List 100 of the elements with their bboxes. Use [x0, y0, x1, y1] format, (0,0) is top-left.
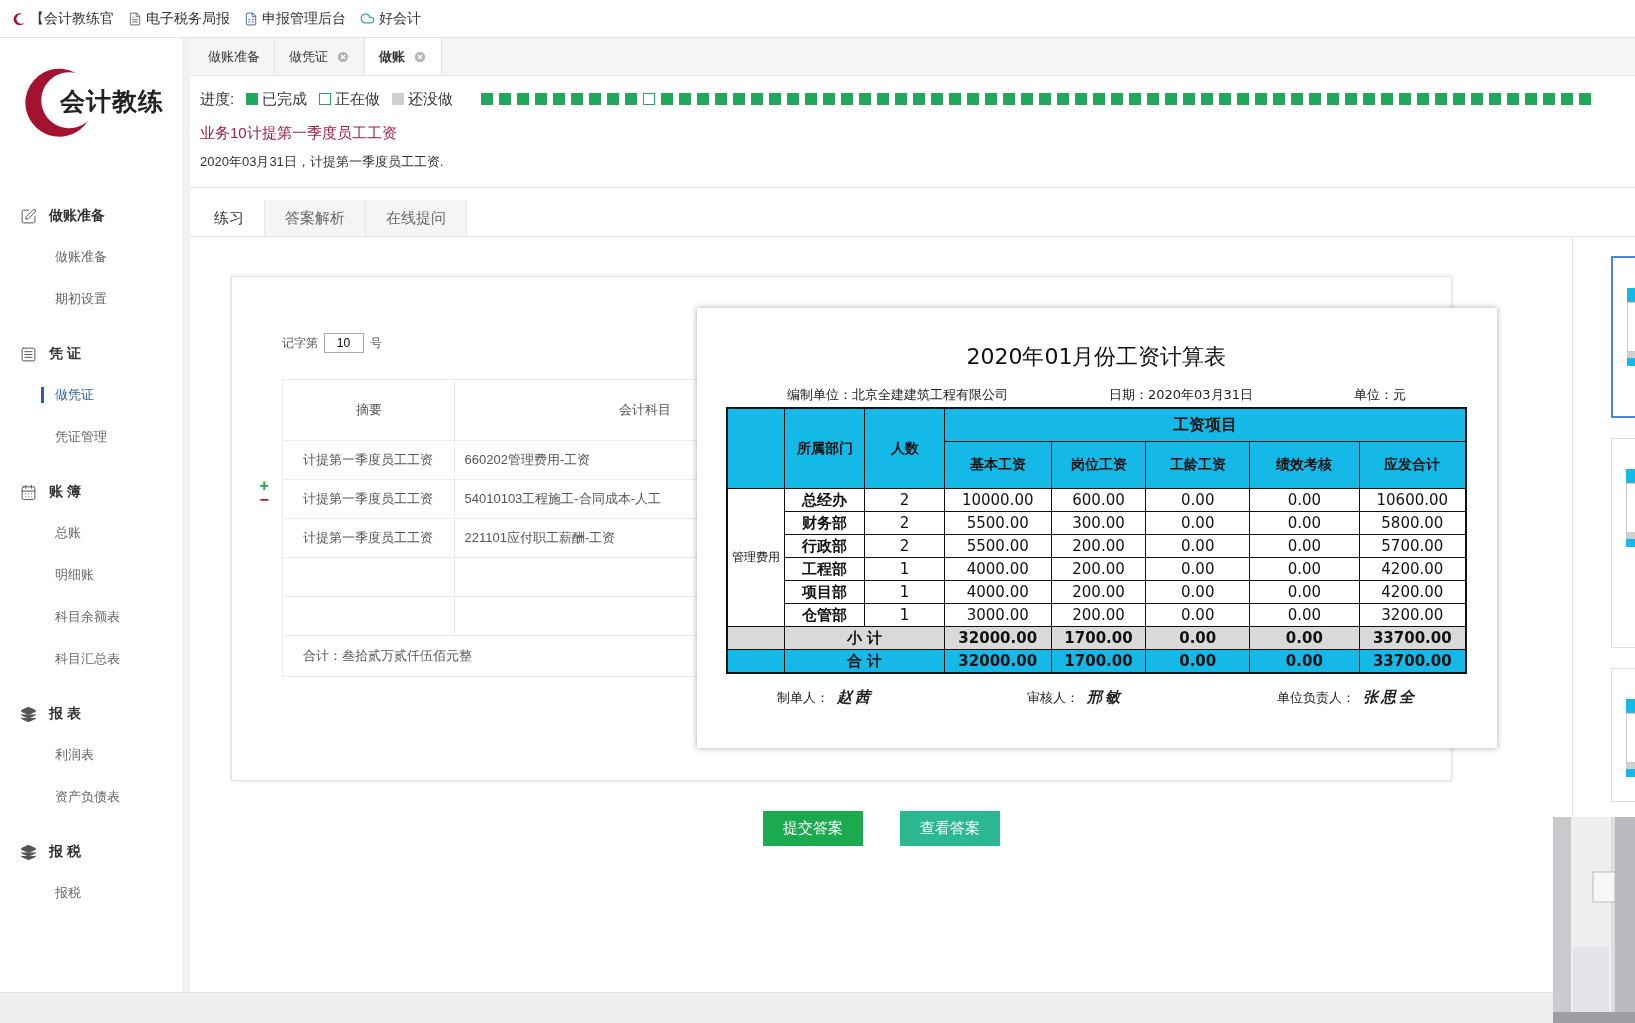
- progress-step[interactable]: [733, 93, 746, 105]
- progress-step[interactable]: [769, 93, 782, 105]
- progress-step[interactable]: [1075, 93, 1088, 105]
- signature: 张思全: [1362, 689, 1417, 705]
- progress-step[interactable]: [1057, 93, 1070, 105]
- progress-step[interactable]: [1021, 93, 1034, 105]
- progress-step[interactable]: [823, 93, 836, 105]
- calendar-icon: [20, 483, 37, 501]
- progress-step[interactable]: [1399, 93, 1412, 105]
- progress-step[interactable]: [1165, 93, 1178, 105]
- progress-step[interactable]: [553, 93, 566, 105]
- sidebar-item[interactable]: 做凭证: [0, 374, 182, 416]
- progress-step[interactable]: [661, 93, 674, 105]
- close-icon[interactable]: [413, 49, 427, 64]
- progress-step[interactable]: [1327, 93, 1340, 105]
- progress-step[interactable]: [787, 93, 800, 105]
- legend-label: 正在做: [335, 89, 381, 109]
- progress-step[interactable]: [985, 93, 998, 105]
- progress-step[interactable]: [877, 93, 890, 105]
- progress-step[interactable]: [1561, 93, 1574, 105]
- progress-step[interactable]: [1291, 93, 1304, 105]
- progress-step[interactable]: [1435, 93, 1448, 105]
- layers-icon: [20, 843, 37, 861]
- progress-step[interactable]: [715, 93, 728, 105]
- progress-step[interactable]: [1093, 93, 1106, 105]
- progress-step[interactable]: [1543, 93, 1556, 105]
- voucher-number-field[interactable]: 10: [323, 333, 364, 353]
- progress-step[interactable]: [751, 93, 764, 105]
- sidebar-item[interactable]: 利润表: [0, 734, 182, 776]
- progress-step[interactable]: [517, 93, 530, 105]
- progress-step[interactable]: [1183, 93, 1196, 105]
- page-tab[interactable]: 做账: [365, 38, 442, 75]
- progress-step[interactable]: [1489, 93, 1502, 105]
- progress-step[interactable]: [1417, 93, 1430, 105]
- sidebar-item[interactable]: 资产负债表: [0, 776, 182, 818]
- progress-step[interactable]: [895, 93, 908, 105]
- signer-role: 单位负责人：: [1276, 690, 1355, 705]
- sidebar-item[interactable]: 报税: [0, 872, 182, 914]
- progress-step[interactable]: [967, 93, 980, 105]
- progress-step[interactable]: [949, 93, 962, 105]
- progress-step[interactable]: [1579, 93, 1592, 105]
- progress-step[interactable]: [643, 93, 656, 105]
- progress-step[interactable]: [535, 93, 548, 105]
- logo-icon: [12, 11, 26, 26]
- sidebar-item[interactable]: 凭证管理: [0, 416, 182, 458]
- progress-step[interactable]: [1453, 93, 1466, 105]
- content-tab[interactable]: 答案解析: [265, 200, 366, 236]
- progress-step[interactable]: [1003, 93, 1016, 105]
- remove-row-button[interactable]: −: [259, 493, 269, 507]
- bookmark-link[interactable]: 电子税务局报: [128, 9, 230, 28]
- progress-step[interactable]: [1201, 93, 1214, 105]
- sidebar-item[interactable]: 科目汇总表: [0, 638, 182, 680]
- sidebar-group-title: 报 表: [49, 705, 81, 723]
- progress-step[interactable]: [859, 93, 872, 105]
- progress-step[interactable]: [1111, 93, 1124, 105]
- bookmark-link[interactable]: 好会计: [360, 9, 421, 28]
- progress-step[interactable]: [1039, 93, 1052, 105]
- table-cell[interactable]: 计提第一季度员工工资: [282, 440, 454, 480]
- sidebar-item[interactable]: 期初设置: [0, 278, 182, 320]
- content-tab[interactable]: 在线提问: [366, 200, 467, 236]
- progress-step[interactable]: [1363, 93, 1376, 105]
- bookmark-link[interactable]: 申报管理后台: [244, 9, 346, 28]
- sheet-meta: 日期：2020年03月31日: [1108, 386, 1254, 404]
- progress-step[interactable]: [841, 93, 854, 105]
- sidebar-item[interactable]: 做账准备: [0, 236, 182, 278]
- table-cell[interactable]: 计提第一季度员工工资: [282, 479, 454, 519]
- progress-step[interactable]: [1219, 93, 1232, 105]
- progress-step[interactable]: [931, 93, 944, 105]
- progress-step[interactable]: [679, 93, 692, 105]
- progress-step[interactable]: [1255, 93, 1268, 105]
- close-icon[interactable]: [336, 49, 350, 64]
- progress-step[interactable]: [499, 93, 512, 105]
- progress-step[interactable]: [1147, 93, 1160, 105]
- progress-step[interactable]: [481, 93, 494, 105]
- progress-step[interactable]: [1525, 93, 1538, 105]
- progress-step[interactable]: [625, 93, 638, 105]
- progress-step[interactable]: [1237, 93, 1250, 105]
- progress-step[interactable]: [589, 93, 602, 105]
- progress-step[interactable]: [1345, 93, 1358, 105]
- legend-label: 还没做: [408, 89, 454, 109]
- progress-step[interactable]: [805, 93, 818, 105]
- progress-step[interactable]: [1471, 93, 1484, 105]
- layers-icon: [20, 705, 37, 723]
- progress-step[interactable]: [1309, 93, 1322, 105]
- progress-step[interactable]: [913, 93, 926, 105]
- progress-step[interactable]: [1381, 93, 1394, 105]
- progress-step[interactable]: [571, 93, 584, 105]
- progress-step[interactable]: [1129, 93, 1142, 105]
- table-cell[interactable]: 计提第一季度员工工资: [282, 518, 454, 558]
- sidebar-item[interactable]: 总账: [0, 512, 182, 554]
- progress-step[interactable]: [1273, 93, 1286, 105]
- sidebar-item[interactable]: 科目余额表: [0, 596, 182, 638]
- progress-step[interactable]: [607, 93, 620, 105]
- signer-role: 审核人：: [1026, 690, 1079, 705]
- task-title: 业务10计提第一季度员工工资: [200, 124, 398, 143]
- sidebar-item[interactable]: 明细账: [0, 554, 182, 596]
- bookmark-link[interactable]: 【会计教练官: [12, 9, 114, 28]
- column-group-header: 工资项目: [944, 408, 1466, 442]
- progress-step[interactable]: [1507, 93, 1520, 105]
- progress-step[interactable]: [697, 93, 710, 105]
